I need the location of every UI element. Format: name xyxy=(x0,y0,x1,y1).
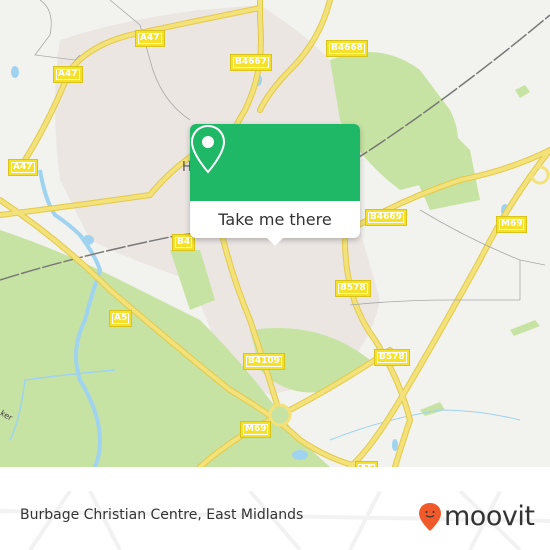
lake-1 xyxy=(82,235,94,245)
road-label: B4667 xyxy=(231,55,271,70)
road-label: A5 xyxy=(356,462,378,467)
moovit-pin-icon xyxy=(419,503,441,531)
moovit-logo[interactable]: moovit xyxy=(418,499,535,535)
footer-bar: Burbage Christian Centre, East Midlands … xyxy=(0,491,550,550)
map-view[interactable]: A47 A47 A47 B4667 B4668 B4669 M69 B578 B… xyxy=(0,0,550,467)
road-label: B578 xyxy=(336,281,370,296)
road-label: A47 xyxy=(9,160,37,175)
park-small-east xyxy=(515,85,530,98)
road-label: B578 xyxy=(375,350,409,365)
map-pin-icon xyxy=(190,124,226,174)
lake-5 xyxy=(392,439,398,451)
park-small-se xyxy=(420,402,445,416)
road-label: A5 xyxy=(110,311,132,326)
road-label: B4109 xyxy=(244,354,284,369)
road-label: M69 xyxy=(241,422,271,437)
road-label: M69 xyxy=(497,217,527,232)
park-small-se2 xyxy=(510,320,540,336)
lake-6 xyxy=(292,450,308,460)
popup-header xyxy=(190,124,360,201)
place-title: Burbage Christian Centre, East Midlands xyxy=(20,507,304,523)
location-popup: Take me there xyxy=(190,124,360,246)
popup-pointer xyxy=(266,237,284,246)
road-label: A47 xyxy=(54,67,82,82)
roundabout-south xyxy=(268,403,292,427)
lake-2 xyxy=(11,66,19,78)
moovit-wordmark: moovit xyxy=(444,501,535,532)
road-label: A47 xyxy=(136,31,164,46)
road-label: B4668 xyxy=(327,41,367,56)
road-label: B4669 xyxy=(366,210,406,225)
take-me-there-button[interactable]: Take me there xyxy=(190,201,360,238)
